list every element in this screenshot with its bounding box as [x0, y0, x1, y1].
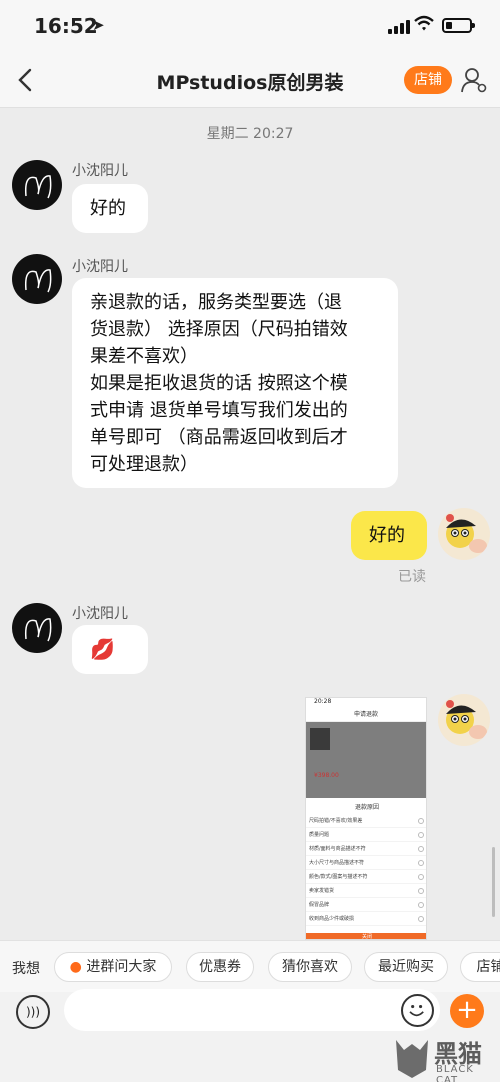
thumb-reason-row: 材质/面料与商品描述不符 [306, 842, 426, 856]
user-settings-icon[interactable] [460, 66, 488, 94]
thumb-reason-row: 大小尺寸与商品描述不符 [306, 856, 426, 870]
thumb-reason-row: 质量问题 [306, 828, 426, 842]
message-line: 如果是拒收退货的话 按照这个模 [90, 373, 348, 394]
message-line: 单号即可 （商品需返回收到后才 [90, 427, 348, 448]
logo-icon [24, 618, 52, 642]
seller-avatar[interactable] [12, 160, 62, 210]
shop-button[interactable]: 店铺 [404, 66, 452, 94]
read-status: 已读 [398, 569, 426, 585]
message-bubble[interactable]: 💋 [72, 625, 148, 674]
thumb-close-button: 关闭 [306, 933, 426, 939]
logo-icon [24, 269, 52, 293]
battery-icon [442, 18, 475, 33]
wifi-icon [414, 15, 434, 31]
status-bar: 16:52 ➤ [0, 0, 500, 52]
plus-button[interactable]: + [450, 994, 484, 1028]
chip-label: 猜你喜欢 [282, 959, 338, 975]
chat-timestamp: 星期二 20:27 [206, 126, 294, 142]
thumb-dim-overlay: ¥398.00 [306, 722, 426, 800]
thumb-status-time: 20:28 [314, 698, 332, 705]
message-line: 亲退款的话，服务类型要选（退 [90, 292, 342, 313]
my-avatar[interactable] [438, 508, 490, 560]
message-line: 式申请 退货单号填写我们发出的 [90, 400, 348, 421]
thumb-reason-row: 卖家发错货 [306, 884, 426, 898]
chip-guess-you-like[interactable]: 猜你喜欢 [268, 952, 352, 982]
message-text: 好的 [369, 525, 405, 546]
chip-label: 店铺 [476, 959, 500, 975]
image-message[interactable]: 20:28 申请退款 ¥398.00 退款原因 尺码拍错/不喜欢/效果差 质量问… [305, 697, 427, 940]
thumb-reason-row: 尺码拍错/不喜欢/效果差 [306, 814, 426, 828]
quick-label: 我想 [12, 961, 40, 977]
cellular-signal-icon [388, 20, 410, 34]
cat-logo-icon [396, 1040, 428, 1078]
sender-name: 小沈阳儿 [72, 163, 128, 179]
message-line: 可处理退款） [90, 454, 198, 475]
scroll-indicator[interactable] [492, 847, 495, 917]
black-cat-watermark: 黑猫 BLACK CAT [388, 1028, 498, 1082]
lips-emoji: 💋 [90, 637, 115, 661]
chip-shop[interactable]: 店铺 [460, 952, 500, 982]
chip-label: 进群问大家 [86, 959, 157, 975]
watermark-sub: BLACK CAT [436, 1064, 474, 1082]
thumb-product-image [310, 728, 330, 750]
my-avatar[interactable] [438, 694, 490, 746]
thumb-reason-row: 颜色/款式/图案与描述不符 [306, 870, 426, 884]
chat-header: MPstudios原创男装 店铺 [0, 52, 500, 108]
sender-name: 小沈阳儿 [72, 606, 128, 622]
message-line: 货退款） 选择原因（尺码拍错效 [90, 319, 348, 340]
seller-avatar[interactable] [12, 603, 62, 653]
chip-label: 优惠券 [199, 959, 241, 975]
voice-icon[interactable]: ))) [16, 995, 50, 1029]
my-message-bubble[interactable]: 好的 [351, 511, 427, 560]
emoji-icon[interactable] [401, 994, 434, 1027]
seller-avatar[interactable] [12, 254, 62, 304]
chip-coupons[interactable]: 优惠券 [186, 952, 254, 982]
status-time: 16:52 [34, 14, 98, 38]
thumb-reason-row: 收到商品少件或破损 [306, 912, 426, 926]
thumb-sheet-title: 退款原因 [354, 804, 379, 811]
chip-join-group[interactable]: ● 进群问大家 [54, 952, 172, 982]
cartoon-avatar-icon [446, 700, 487, 739]
message-bubble[interactable]: 好的 [72, 184, 148, 233]
thumb-amount: ¥398.00 [314, 772, 339, 779]
sender-name: 小沈阳儿 [72, 259, 128, 275]
message-bubble[interactable]: 亲退款的话，服务类型要选（退 货退款） 选择原因（尺码拍错效 果差不喜欢） 如果… [72, 278, 398, 488]
message-input[interactable] [64, 989, 440, 1031]
group-people-icon: ● [69, 959, 82, 975]
location-arrow-icon: ➤ [92, 16, 105, 34]
thumb-reason-sheet: 退款原因 尺码拍错/不喜欢/效果差 质量问题 材质/面料与商品描述不符 大小尺寸… [306, 798, 426, 939]
quick-actions-bar: 我想 ● 进群问大家 优惠券 猜你喜欢 最近购买 店铺 [0, 940, 500, 992]
cartoon-avatar-icon [446, 514, 487, 553]
chip-label: 最近购买 [378, 959, 434, 975]
message-text: 好的 [90, 198, 126, 219]
thumb-reason-row: 假冒品牌 [306, 898, 426, 912]
thumb-title: 申请退款 [306, 708, 426, 722]
chip-recent-purchases[interactable]: 最近购买 [364, 952, 448, 982]
logo-icon [24, 175, 52, 199]
message-line: 果差不喜欢） [90, 346, 198, 367]
